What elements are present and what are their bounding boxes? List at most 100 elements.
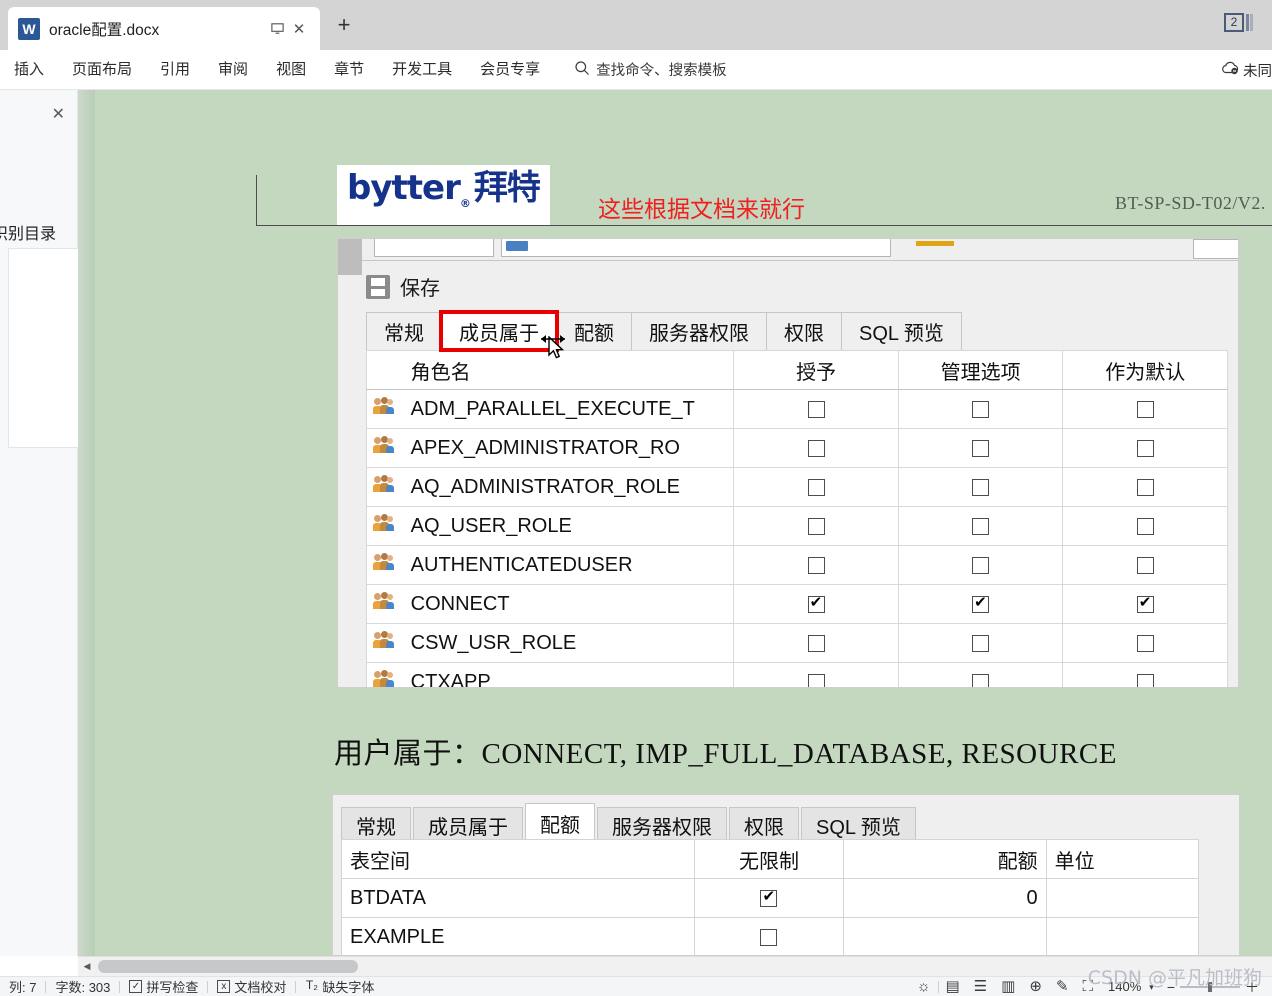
- tab-server-privileges[interactable]: 服务器权限: [631, 312, 767, 350]
- granted-checkbox[interactable]: [807, 478, 825, 496]
- as-default-checkbox[interactable]: [1136, 439, 1154, 457]
- horizontal-scroll-thumb[interactable]: [98, 960, 358, 973]
- role-default-cell[interactable]: [1062, 506, 1228, 546]
- admin-option-checkbox[interactable]: [972, 556, 990, 574]
- tab-general[interactable]: 常规: [366, 312, 442, 350]
- page-view-icon[interactable]: ▤: [939, 978, 967, 996]
- role-granted-cell[interactable]: [733, 428, 899, 468]
- status-proofread[interactable]: x 文档校对: [208, 977, 295, 996]
- table-row[interactable]: ADM_PARALLEL_EXECUTE_T: [365, 389, 1228, 429]
- role-default-cell[interactable]: [1062, 584, 1228, 624]
- granted-checkbox[interactable]: [807, 634, 825, 652]
- quota-tab-server-privileges[interactable]: 服务器权限: [597, 807, 727, 843]
- as-default-checkbox[interactable]: [1136, 673, 1154, 687]
- menu-item-section[interactable]: 章节: [320, 50, 378, 90]
- as-default-checkbox[interactable]: [1136, 517, 1154, 535]
- status-spellcheck[interactable]: ✓ 拼写检查: [120, 977, 207, 996]
- tab-sql-preview[interactable]: SQL 预览: [841, 312, 962, 350]
- table-row[interactable]: AQ_ADMINISTRATOR_ROLE: [365, 467, 1228, 507]
- admin-option-checkbox[interactable]: [972, 400, 990, 418]
- admin-option-checkbox[interactable]: [972, 634, 990, 652]
- search-input[interactable]: 查找命令、搜索模板: [574, 59, 727, 80]
- save-button[interactable]: 保存: [366, 272, 440, 301]
- unlimited-cell[interactable]: [694, 878, 844, 918]
- as-default-checkbox[interactable]: [1136, 478, 1154, 496]
- granted-checkbox[interactable]: [807, 400, 825, 418]
- tab-privileges[interactable]: 权限: [766, 312, 842, 350]
- granted-checkbox[interactable]: [807, 594, 825, 613]
- quota-tab-member-of[interactable]: 成员属于: [413, 807, 523, 843]
- table-row[interactable]: CTXAPP: [365, 662, 1228, 687]
- unit-cell[interactable]: [1045, 917, 1200, 955]
- quota-value-cell[interactable]: [842, 917, 1047, 955]
- document-canvas[interactable]: bytter® 拜特 这些根据文档来就行 BT-SP-SD-T02/V2. 保存…: [78, 90, 1272, 956]
- pen-icon[interactable]: ✎: [1049, 978, 1076, 996]
- menu-item-member[interactable]: 会员专享: [466, 50, 554, 90]
- web-view-icon[interactable]: ⊕: [1022, 978, 1049, 996]
- role-admin-cell[interactable]: [897, 584, 1064, 624]
- role-admin-cell[interactable]: [897, 545, 1064, 585]
- outline-view-icon[interactable]: ☰: [967, 978, 994, 996]
- granted-checkbox[interactable]: [807, 439, 825, 457]
- menu-item-review[interactable]: 审阅: [204, 50, 262, 90]
- document-tab[interactable]: W oracle配置.docx ✕: [8, 7, 320, 50]
- unlimited-checkbox[interactable]: [760, 928, 778, 946]
- role-granted-cell[interactable]: [733, 389, 899, 429]
- menu-item-developer[interactable]: 开发工具: [378, 50, 466, 90]
- role-admin-cell[interactable]: [897, 623, 1064, 663]
- role-admin-cell[interactable]: [897, 428, 1064, 468]
- table-row[interactable]: CSW_USR_ROLE: [365, 623, 1228, 663]
- admin-option-checkbox[interactable]: [972, 517, 990, 535]
- scroll-left-arrow-icon[interactable]: ◀: [78, 961, 96, 972]
- role-admin-cell[interactable]: [897, 467, 1064, 507]
- menu-item-page-layout[interactable]: 页面布局: [58, 50, 146, 90]
- quota-value-cell[interactable]: 0: [842, 878, 1047, 918]
- restore-icon[interactable]: [266, 18, 288, 40]
- new-tab-button[interactable]: +: [332, 14, 356, 36]
- menu-item-insert[interactable]: 插入: [0, 50, 58, 90]
- granted-checkbox[interactable]: [807, 673, 825, 687]
- tab-member-of[interactable]: 成员属于: [439, 310, 559, 352]
- menu-item-references[interactable]: 引用: [146, 50, 204, 90]
- admin-option-checkbox[interactable]: [972, 594, 990, 613]
- navigation-pane-close-icon[interactable]: ✕: [52, 104, 65, 124]
- role-granted-cell[interactable]: [733, 545, 899, 585]
- sync-status[interactable]: 未同: [1220, 50, 1272, 90]
- unit-cell[interactable]: [1045, 878, 1200, 918]
- quota-tab-sql-preview[interactable]: SQL 预览: [801, 807, 916, 843]
- as-default-checkbox[interactable]: [1136, 634, 1154, 652]
- tab-quota[interactable]: 配额: [556, 312, 632, 350]
- read-view-icon[interactable]: ▥: [994, 978, 1022, 996]
- window-count-badge[interactable]: 2: [1224, 10, 1264, 34]
- unlimited-checkbox[interactable]: [760, 888, 778, 907]
- role-granted-cell[interactable]: [733, 623, 899, 663]
- role-granted-cell[interactable]: [733, 506, 899, 546]
- unlimited-cell[interactable]: [694, 917, 844, 955]
- table-row[interactable]: AQ_USER_ROLE: [365, 506, 1228, 546]
- role-default-cell[interactable]: [1062, 467, 1228, 507]
- as-default-checkbox[interactable]: [1136, 556, 1154, 574]
- admin-option-checkbox[interactable]: [972, 439, 990, 457]
- role-admin-cell[interactable]: [897, 506, 1064, 546]
- role-default-cell[interactable]: [1062, 623, 1228, 663]
- role-admin-cell[interactable]: [897, 662, 1064, 687]
- role-default-cell[interactable]: [1062, 428, 1228, 468]
- role-granted-cell[interactable]: [733, 662, 899, 687]
- role-admin-cell[interactable]: [897, 389, 1064, 429]
- role-granted-cell[interactable]: [733, 467, 899, 507]
- as-default-checkbox[interactable]: [1136, 594, 1154, 613]
- status-missing-font[interactable]: T₂ 缺失字体: [296, 977, 383, 996]
- table-row[interactable]: BTDATA 0: [340, 878, 1200, 918]
- table-row[interactable]: AUTHENTICATEDUSER: [365, 545, 1228, 585]
- table-row[interactable]: EXAMPLE: [340, 917, 1200, 955]
- role-default-cell[interactable]: [1062, 389, 1228, 429]
- quota-tab-quota[interactable]: 配额: [525, 803, 595, 843]
- role-default-cell[interactable]: [1062, 545, 1228, 585]
- admin-option-checkbox[interactable]: [972, 478, 990, 496]
- table-row[interactable]: APEX_ADMINISTRATOR_RO: [365, 428, 1228, 468]
- brightness-icon[interactable]: ☼: [910, 978, 938, 996]
- table-row[interactable]: CONNECT: [365, 584, 1228, 624]
- role-default-cell[interactable]: [1062, 662, 1228, 687]
- admin-option-checkbox[interactable]: [972, 673, 990, 687]
- close-icon[interactable]: ✕: [288, 18, 310, 40]
